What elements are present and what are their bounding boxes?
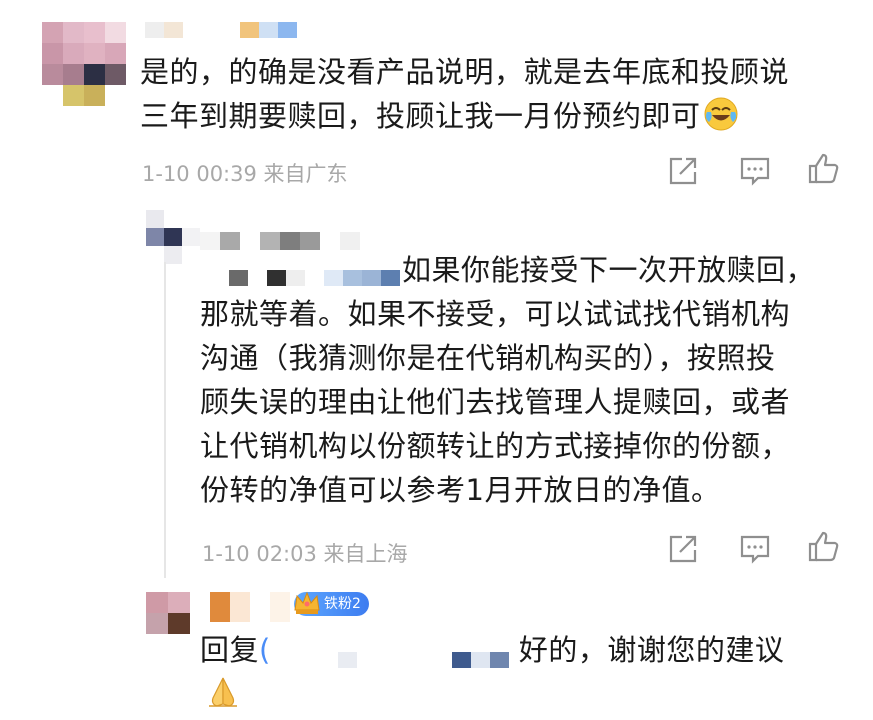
comment-button[interactable] — [738, 154, 772, 188]
avatar[interactable] — [146, 210, 200, 264]
comment-line: 让代销机构以份额转让的方式接掉你的份额， — [200, 429, 791, 463]
reply-text: 回复( 好的，谢谢您的建议 — [200, 628, 784, 672]
like-icon — [808, 153, 839, 184]
comment-line: 三年到期要赎回，投顾让我一月份预约即可 — [140, 94, 789, 138]
laughing-crying-emoji — [703, 96, 739, 132]
reply-prefix: 回复 — [200, 633, 260, 667]
comment-line: 沟通（我猜测你是在代销机构买的），按照投 — [200, 341, 776, 375]
share-button[interactable] — [666, 154, 700, 188]
comment-line: 是的，的确是没看产品说明，就是去年底和投顾说 — [140, 55, 790, 89]
comment-text: 如果你能接受下一次开放赎回， 那就等着。如果不接受，可以试试找代销机构 沟通（我… — [200, 248, 815, 512]
badge-label: 铁粉2 — [324, 596, 361, 612]
comment-button[interactable] — [738, 532, 772, 566]
share-button[interactable] — [666, 532, 700, 566]
share-icon — [669, 535, 697, 563]
like-button[interactable] — [806, 530, 840, 564]
comment-line: 份转的净值可以参考1月开放日的净值。 — [200, 473, 721, 507]
avatar[interactable] — [146, 592, 190, 634]
comment-icon — [740, 535, 770, 564]
thread-line — [164, 262, 166, 578]
mention-open-paren: ( — [259, 633, 271, 667]
crown-icon — [294, 591, 320, 614]
comment-icon — [740, 157, 770, 186]
comment-line: 那就等着。如果不接受，可以试试找代销机构 — [200, 297, 791, 331]
fan-level-badge: 铁粉2 — [294, 591, 369, 616]
username-redacted[interactable] — [210, 592, 290, 622]
comment-meta: 1-10 02:03 来自上海 — [202, 542, 408, 566]
reply-content: 好的，谢谢您的建议 — [518, 633, 785, 667]
like-button[interactable] — [806, 152, 840, 186]
comment-line: 如果你能接受下一次开放赎回， — [402, 253, 816, 287]
comment-meta: 1-10 00:39 来自广东 — [142, 162, 348, 186]
like-icon — [808, 531, 839, 562]
username-redacted[interactable] — [145, 22, 316, 38]
comment-text: 是的，的确是没看产品说明，就是去年底和投顾说 三年到期要赎回，投顾让我一月份预约… — [140, 50, 789, 138]
pray-hands-emoji — [203, 674, 243, 710]
comment-line: 顾失误的理由让他们去找管理人提赎回，或者 — [200, 385, 791, 419]
share-icon — [669, 157, 697, 185]
avatar[interactable] — [42, 22, 126, 106]
